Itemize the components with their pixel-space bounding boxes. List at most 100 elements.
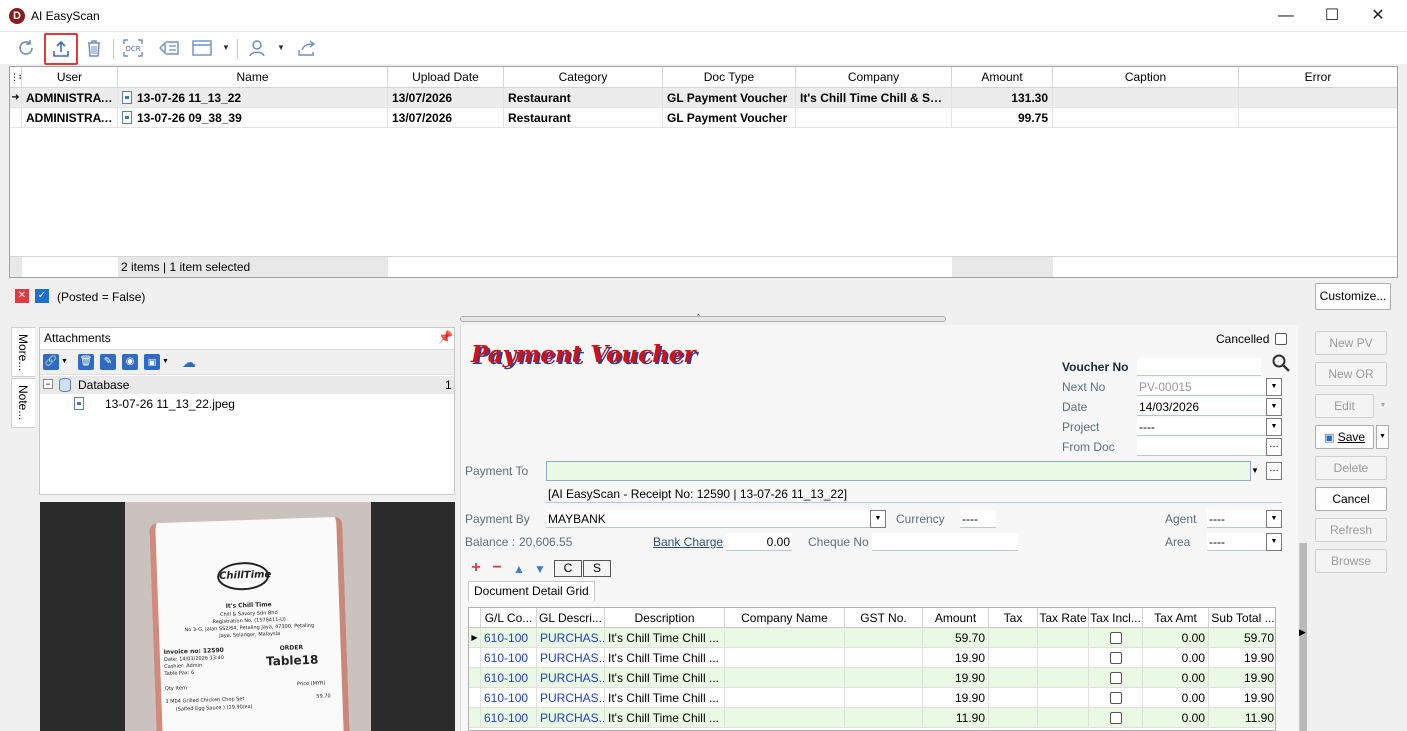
detail-cell-sub-total[interactable]: 19.90 [1209, 648, 1275, 668]
detail-cell-description[interactable]: It's Chill Time Chill ... [605, 688, 725, 708]
minimize-icon[interactable]: — [1263, 0, 1309, 32]
splitter-collapse-icon[interactable]: ˆ [697, 313, 700, 323]
detail-header-company-name[interactable]: Company Name [725, 608, 845, 628]
date-dropdown-icon[interactable]: ▼ [1266, 398, 1282, 416]
detail-header-amount[interactable]: Amount [923, 608, 989, 628]
detail-cell-description[interactable]: It's Chill Time Chill ... [605, 648, 725, 668]
list-back-icon[interactable] [157, 36, 181, 60]
detail-cell-company-name[interactable] [725, 688, 845, 708]
delete-icon[interactable] [82, 36, 106, 60]
cloud-upload-icon[interactable]: ☁ [180, 354, 198, 370]
column-header-category[interactable]: Category [504, 67, 663, 88]
detail-header-tax-amt[interactable]: Tax Amt [1143, 608, 1209, 628]
save-dropdown-caret-icon[interactable]: ▼ [162, 354, 169, 370]
detail-cell-tax-rate[interactable] [1038, 648, 1089, 668]
tax-inclusive-checkbox[interactable] [1109, 652, 1122, 664]
detail-cell-gl-code[interactable]: 610-100 [481, 668, 537, 688]
detail-header-description[interactable]: Description [605, 608, 725, 628]
column-header-company[interactable]: Company [796, 67, 952, 88]
filter-expression[interactable]: (Posted = False) [57, 290, 145, 304]
save-disk-icon[interactable]: ▣ [144, 354, 160, 370]
collapse-icon[interactable]: − [43, 379, 53, 389]
detail-header-gl-code[interactable]: G/L Co... [481, 608, 537, 628]
cancelled-checkbox[interactable] [1275, 333, 1287, 345]
tab-more[interactable]: More... [11, 327, 35, 377]
detail-cell-tax-inclusive[interactable] [1089, 688, 1143, 708]
detail-cell-gst-no[interactable] [845, 668, 923, 688]
column-header-name[interactable]: Name [118, 67, 388, 88]
share-icon[interactable] [295, 36, 319, 60]
document-list-grid[interactable]: ⋮≡ User Name Upload Date Category Doc Ty… [9, 66, 1398, 278]
view-eye-icon[interactable]: ◉ [122, 354, 138, 370]
detail-cell-tax[interactable] [989, 648, 1038, 668]
detail-row[interactable]: ▶ 610-100 PURCHAS... It's Chill Time Chill … [469, 628, 1275, 648]
add-row-icon[interactable]: + [468, 560, 484, 577]
detail-cell-company-name[interactable] [725, 708, 845, 728]
detail-cell-gst-no[interactable] [845, 708, 923, 728]
tax-inclusive-checkbox[interactable] [1109, 632, 1122, 644]
column-header-error[interactable]: Error [1239, 67, 1397, 88]
remove-row-icon[interactable]: − [489, 560, 505, 577]
upload-icon[interactable] [44, 33, 78, 65]
detail-header-tax-inclusive[interactable]: Tax Incl... [1089, 608, 1143, 628]
detail-header-tax-rate[interactable]: Tax Rate [1038, 608, 1089, 628]
window-layout-icon[interactable] [190, 36, 214, 60]
column-header-doc-type[interactable]: Doc Type [663, 67, 796, 88]
detail-cell-sub-total[interactable]: 19.90 [1209, 668, 1275, 688]
detail-cell-gl-code[interactable]: 610-100 [481, 648, 537, 668]
close-icon[interactable]: ✕ [1355, 0, 1401, 32]
detail-cell-sub-total[interactable]: 19.90 [1209, 688, 1275, 708]
detail-cell-company-name[interactable] [725, 628, 845, 648]
detail-cell-amount[interactable]: 59.70 [923, 628, 989, 648]
clear-filter-icon[interactable]: ✕ [15, 289, 29, 303]
tax-inclusive-checkbox[interactable] [1109, 692, 1122, 704]
detail-row[interactable]: 610-100 PURCHAS... It's Chill Time Chill .… [469, 688, 1275, 708]
c-button[interactable]: C [554, 560, 582, 577]
detail-cell-description[interactable]: It's Chill Time Chill ... [605, 628, 725, 648]
detail-cell-tax-rate[interactable] [1038, 688, 1089, 708]
pin-icon[interactable]: 📌 [438, 330, 453, 344]
bank-charge-link[interactable]: Bank Charge [653, 535, 723, 549]
from-doc-browse-icon[interactable]: … [1266, 438, 1282, 456]
detail-header-tax[interactable]: Tax [989, 608, 1038, 628]
detail-cell-tax[interactable] [989, 708, 1038, 728]
detail-cell-description[interactable]: It's Chill Time Chill ... [605, 708, 725, 728]
detail-cell-gst-no[interactable] [845, 688, 923, 708]
detail-cell-gst-no[interactable] [845, 628, 923, 648]
detail-cell-tax-rate[interactable] [1038, 668, 1089, 688]
detail-cell-tax-inclusive[interactable] [1089, 708, 1143, 728]
detail-cell-tax-rate[interactable] [1038, 628, 1089, 648]
detail-cell-description[interactable]: It's Chill Time Chill ... [605, 668, 725, 688]
edit-dropdown-icon[interactable]: ▼ [1377, 394, 1389, 418]
detail-cell-company-name[interactable] [725, 648, 845, 668]
detail-cell-gl-code[interactable]: 610-100 [481, 688, 537, 708]
detail-cell-tax-amt[interactable]: 0.00 [1143, 708, 1209, 728]
move-down-icon[interactable]: ▼ [532, 562, 548, 576]
from-doc-field[interactable] [1137, 438, 1267, 456]
detail-cell-company-name[interactable] [725, 668, 845, 688]
detail-cell-amount[interactable]: 11.90 [923, 708, 989, 728]
grid-column-chooser-icon[interactable]: ⋮≡ [10, 67, 22, 88]
detail-cell-tax[interactable] [989, 628, 1038, 648]
next-no-field[interactable]: PV-00015 [1137, 378, 1267, 396]
document-detail-grid[interactable]: G/L Co... GL Descri... Description Compa… [468, 607, 1276, 731]
next-no-dropdown-icon[interactable]: ▼ [1266, 378, 1282, 396]
date-field[interactable]: 14/03/2026 [1137, 398, 1267, 416]
user-icon[interactable] [245, 36, 269, 60]
detail-header-sub-total[interactable]: Sub Total ... [1209, 608, 1275, 628]
detail-cell-amount[interactable]: 19.90 [923, 668, 989, 688]
detail-cell-tax[interactable] [989, 668, 1038, 688]
tree-node-file[interactable]: 13-07-26 11_13_22.jpeg [40, 395, 454, 413]
detail-header-gst-no[interactable]: GST No. [845, 608, 923, 628]
payment-to-field[interactable] [546, 461, 1251, 481]
detail-cell-tax[interactable] [989, 688, 1038, 708]
delete-button[interactable]: Delete [1315, 456, 1387, 480]
detail-cell-tax-amt[interactable]: 0.00 [1143, 668, 1209, 688]
payment-to-dropdown-icon[interactable]: ▼ [1251, 462, 1259, 480]
refresh-icon[interactable] [14, 36, 38, 60]
filter-enabled-checkbox[interactable]: ✓ [35, 289, 49, 303]
detail-cell-tax-amt[interactable]: 0.00 [1143, 628, 1209, 648]
detail-cell-gl-description[interactable]: PURCHAS... [537, 628, 605, 648]
panel-expand-icon[interactable]: ▶ [1299, 627, 1306, 638]
detail-cell-gl-code[interactable]: 610-100 [481, 708, 537, 728]
